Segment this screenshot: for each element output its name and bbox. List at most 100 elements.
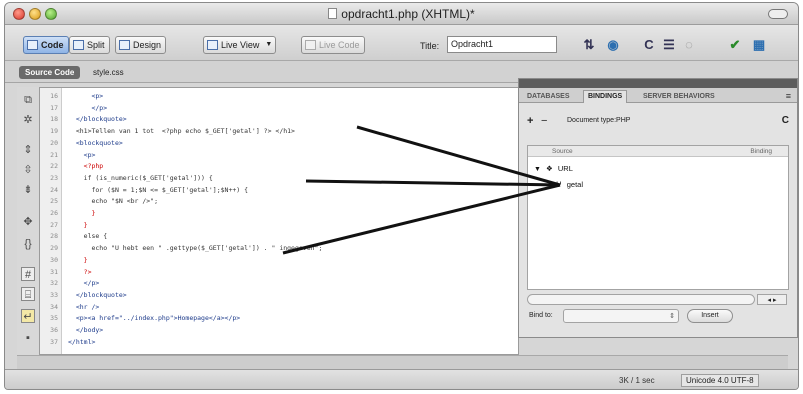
- collapse-full-tag-icon[interactable]: ⇕: [21, 143, 35, 157]
- line-number: 16: [50, 92, 58, 100]
- code-line[interactable]: 23 if (is_numeric($_GET['getal'])) {: [40, 174, 518, 183]
- highlight-invalid-code-icon[interactable]: ⌸: [21, 287, 35, 301]
- line-number: 19: [50, 127, 58, 136]
- panel-options-menu-icon[interactable]: ≡: [786, 91, 791, 101]
- show-code-navigator-icon[interactable]: ✲: [21, 113, 35, 127]
- balance-braces-icon[interactable]: {}: [21, 237, 35, 251]
- line-number: 25: [50, 197, 58, 206]
- visual-aids-icon[interactable]: ◌: [681, 37, 697, 53]
- download-size-status: 3K / 1 sec: [619, 376, 655, 385]
- getal-node-label: getal: [566, 180, 583, 189]
- code-line[interactable]: 35 <p><a href="../index.php">Homepage</a…: [40, 314, 518, 323]
- code-line[interactable]: 34 <hr />: [40, 303, 518, 312]
- code-line[interactable]: 33 </blockquote>: [40, 291, 518, 300]
- code-line[interactable]: 24 for ($N = 1;$N <= $_GET['getal'];$N++…: [40, 186, 518, 195]
- collapse-triangle-icon[interactable]: ▼: [534, 166, 541, 173]
- check-page-icon[interactable]: ✔: [727, 37, 743, 53]
- globe-icon[interactable]: ◉: [605, 37, 621, 53]
- file-management-icon[interactable]: ⇅: [581, 37, 597, 53]
- tree-node-getal[interactable]: ⵖ getal: [556, 180, 583, 190]
- code-view-button[interactable]: Code: [23, 36, 69, 54]
- code-line[interactable]: 32 </p>: [40, 279, 518, 288]
- tree-node-url[interactable]: ▼ ❖ URL: [534, 164, 573, 175]
- line-number: 37: [50, 337, 58, 346]
- code-line[interactable]: 18 </blockquote>: [40, 115, 518, 124]
- code-line[interactable]: 26 }: [40, 209, 518, 218]
- live-view-dropdown-icon: ▼: [265, 41, 273, 48]
- design-view-button[interactable]: Design: [115, 36, 167, 54]
- code-line[interactable]: 17 </p>: [40, 104, 518, 113]
- toolbar-toggle-button[interactable]: [768, 9, 788, 19]
- encoding-status[interactable]: Unicode 4.0 UTF-8: [681, 374, 759, 387]
- editor-splitter[interactable]: [17, 355, 788, 369]
- apply-comment-icon[interactable]: ▪: [21, 331, 35, 345]
- code-line[interactable]: 27 }: [40, 221, 518, 230]
- code-line[interactable]: 25 echo "$N <br />";: [40, 197, 518, 206]
- code-editor[interactable]: 16 <p> 17 </p> 18 </blockquote> 19 <h1>Tell…: [39, 87, 519, 355]
- coding-toolbar: ⧉ ✲ ⇕ ⇳ ⇟ ✥ {} # ⌸ ↵ ▪: [17, 87, 39, 355]
- browser-compat-icon[interactable]: ▦: [751, 37, 767, 53]
- code-line[interactable]: 31 ?>: [40, 268, 518, 277]
- code-line[interactable]: 20 <blockquote>: [40, 139, 518, 148]
- design-view-icon: [119, 40, 130, 50]
- horizontal-scrollbar[interactable]: [527, 294, 755, 305]
- variable-icon: ⵖ: [556, 180, 562, 189]
- tab-server-behaviors[interactable]: SERVER BEHAVIORS: [639, 91, 719, 103]
- code-line[interactable]: 21 <p>: [40, 151, 518, 160]
- line-number: 26: [50, 209, 58, 217]
- expand-all-icon[interactable]: ⇟: [21, 183, 35, 197]
- tab-bindings[interactable]: BINDINGS: [583, 90, 628, 103]
- code-text: }: [68, 255, 88, 264]
- line-number: 30: [50, 255, 58, 264]
- line-number: 34: [50, 302, 58, 311]
- line-number: 17: [50, 103, 58, 112]
- line-number: 21: [50, 150, 58, 159]
- bind-to-label: Bind to:: [529, 312, 553, 319]
- code-line[interactable]: 37 </html>: [40, 338, 518, 347]
- live-code-button[interactable]: Live Code: [301, 36, 365, 54]
- code-line[interactable]: 19 <h1>Tellen van 1 tot <?php echo $_GET…: [40, 127, 518, 136]
- code-text: if (is_numeric($_GET['getal'])) {: [68, 173, 213, 182]
- open-documents-icon[interactable]: ⧉: [21, 93, 35, 107]
- code-text: </body>: [68, 326, 104, 334]
- remove-binding-button[interactable]: −: [541, 115, 547, 127]
- line-number: 32: [50, 279, 58, 288]
- live-code-label: Live Code: [319, 40, 360, 50]
- style-css-tab[interactable]: style.css: [93, 68, 124, 77]
- code-line[interactable]: 28 else {: [40, 232, 518, 241]
- bindings-tree-header: Source Binding: [528, 146, 788, 157]
- code-text: </blockquote>: [68, 115, 127, 124]
- code-line[interactable]: 30 }: [40, 256, 518, 265]
- code-text: for ($N = 1;$N <= $_GET['getal'];$N++) {: [68, 185, 249, 194]
- scroll-arrows[interactable]: ◂ ▸: [757, 294, 787, 305]
- split-view-button[interactable]: Split: [69, 36, 110, 54]
- select-parent-tag-icon[interactable]: ✥: [21, 215, 35, 229]
- add-binding-button[interactable]: +: [527, 115, 533, 127]
- code-line[interactable]: 29 echo "U hebt een " .gettype($_GET['ge…: [40, 244, 518, 253]
- line-number: 23: [50, 173, 58, 182]
- live-view-button[interactable]: Live View ▼: [203, 36, 277, 54]
- view-options-icon[interactable]: ☰: [661, 37, 677, 53]
- line-number: 35: [50, 314, 58, 323]
- tab-databases[interactable]: DATABASES: [523, 91, 574, 103]
- bind-to-select[interactable]: ⇕: [563, 309, 679, 323]
- source-column-header: Source: [552, 148, 573, 155]
- insert-button[interactable]: Insert: [687, 309, 733, 323]
- code-line[interactable]: 36 </body>: [40, 326, 518, 335]
- code-text: else {: [68, 232, 108, 241]
- code-line[interactable]: 22 <?php: [40, 162, 518, 171]
- document-type-label: Document type:PHP: [567, 117, 631, 124]
- collapse-selection-icon[interactable]: ⇳: [21, 163, 35, 177]
- bindings-tree: Source Binding ▼ ❖ URL ⵖ getal: [527, 145, 789, 290]
- code-view-label: Code: [41, 40, 64, 50]
- code-line[interactable]: 16 <p>: [40, 92, 518, 101]
- line-number: 33: [50, 290, 58, 299]
- page-title-label: Title:: [420, 41, 440, 51]
- word-wrap-icon[interactable]: ↵: [21, 309, 35, 323]
- line-number: 18: [50, 115, 58, 124]
- refresh-icon[interactable]: C: [641, 37, 657, 53]
- refresh-bindings-icon[interactable]: C: [782, 115, 789, 127]
- page-title-input[interactable]: Opdracht1: [447, 36, 557, 53]
- source-code-tab[interactable]: Source Code: [19, 66, 81, 79]
- line-numbers-icon[interactable]: #: [21, 267, 35, 281]
